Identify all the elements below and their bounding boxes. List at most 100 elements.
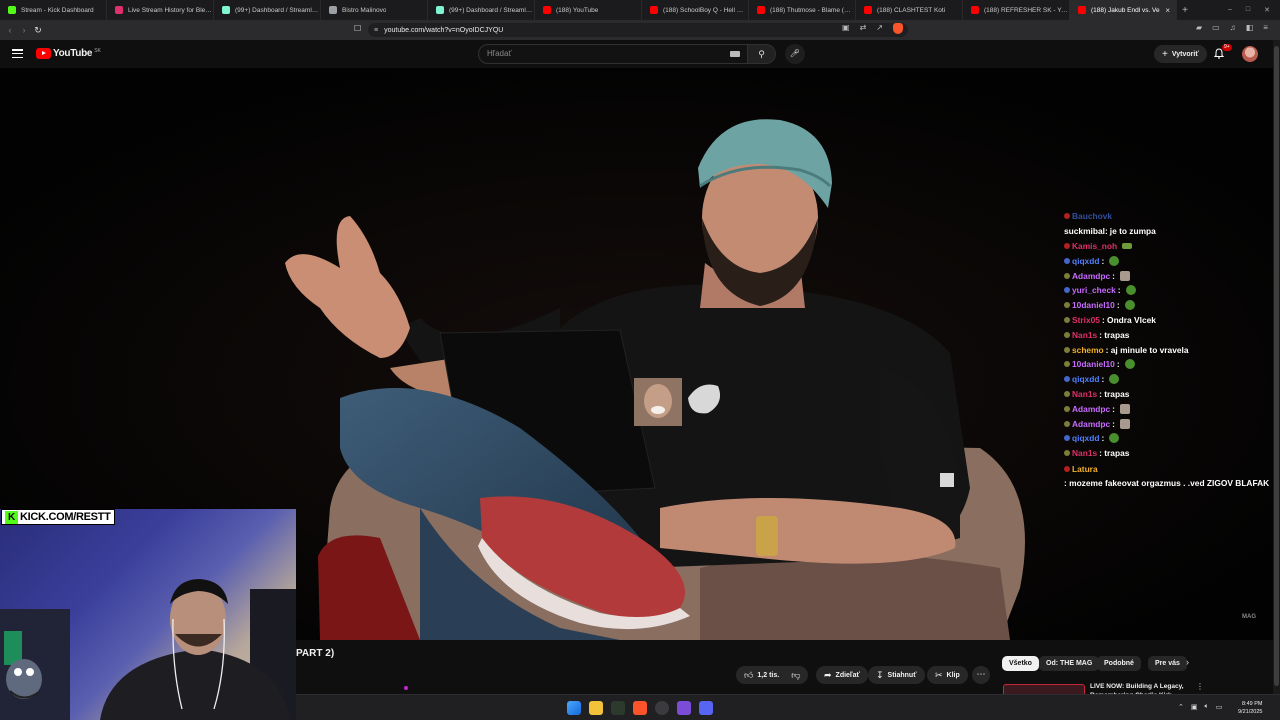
browser-tab[interactable]: Live Stream History for Blerp S <box>107 0 214 20</box>
chat-badge-icon <box>1064 213 1070 220</box>
chat-badge-icon <box>1064 346 1070 353</box>
channel-watermark: MAG <box>1242 614 1256 620</box>
thumbs-down-icon[interactable]: 👎︎ <box>791 670 800 681</box>
brave-shield-icon[interactable] <box>892 23 903 34</box>
battery-icon[interactable]: ▭ <box>1216 703 1223 711</box>
search-icon: ⚲ <box>758 49 765 59</box>
site-info-icon[interactable]: ≡ <box>374 27 378 34</box>
tab-close-icon[interactable]: × <box>1165 6 1170 15</box>
browser-tab[interactable]: (188) Thutmose - Blame (Unc <box>749 0 856 20</box>
chat-text: : trapas <box>1099 329 1130 340</box>
like-button[interactable]: 👍︎ 1,2 tis. 👎︎ <box>736 666 809 684</box>
chat-text: : aj minule to vravela <box>1105 344 1189 355</box>
browser-tab[interactable]: Bistro Malinovo <box>321 0 428 20</box>
chat-emote-icon <box>1122 242 1133 249</box>
more-actions-button[interactable]: ⋯ <box>972 666 990 684</box>
cast-icon[interactable]: ▣ <box>842 23 850 34</box>
chat-badge-icon <box>1064 361 1070 368</box>
search-button[interactable]: ⚲ <box>748 44 776 64</box>
minimize-icon[interactable]: – <box>1228 6 1232 14</box>
browser-tab[interactable]: Stream - Kick Dashboard <box>0 0 107 20</box>
tab-label: (188) Jakub Endl vs. Ve <box>1091 6 1160 14</box>
tab-label: (188) REFRESHER SK - YouTube <box>984 6 1068 14</box>
browser-tab[interactable]: (188) SchoolBoy Q - Hell Of A <box>642 0 749 20</box>
youtube-masthead: YouTube SK Hľadať ⚲ 🎤︎ + Vytvoriť 9+ <box>0 40 1280 68</box>
translate-icon[interactable]: ⇄ <box>860 23 867 34</box>
chip-related[interactable]: Podobné <box>1097 656 1141 671</box>
wallet-icon[interactable]: ▭ <box>1212 23 1220 32</box>
file-explorer-icon[interactable] <box>589 701 603 715</box>
chat-message: qiqxdd: <box>1064 431 1274 446</box>
clip-button[interactable]: ✂ Klip <box>927 666 968 684</box>
terminal-icon[interactable] <box>611 701 625 715</box>
chip-from-channel[interactable]: Od: THE MAG <box>1039 656 1100 671</box>
speaker-icon[interactable]: 🔈︎ <box>1205 703 1209 711</box>
url-text: youtube.com/watch?v=nOyoIDCJYQU <box>384 26 504 34</box>
url-field[interactable]: ≡ youtube.com/watch?v=nOyoIDCJYQU <box>368 23 908 37</box>
browser-tab[interactable]: (188) REFRESHER SK - YouTube <box>963 0 1070 20</box>
browser-tab[interactable]: (99+) Dashboard / Streamlabs <box>428 0 535 20</box>
tab-favicon-icon <box>543 6 551 14</box>
chat-message: Kamis_noh <box>1064 239 1274 254</box>
chat-badge-icon <box>1064 390 1070 397</box>
chat-username: yuri_check <box>1072 285 1116 296</box>
forward-icon[interactable]: › <box>17 25 31 35</box>
share-page-icon[interactable]: ↗ <box>876 23 883 34</box>
clock-time: 8:49 PM <box>1241 701 1263 707</box>
chat-text: : <box>1112 418 1115 429</box>
download-button[interactable]: ↧ Stiahnuť <box>868 666 925 684</box>
browser-tab[interactable]: (188) YouTube <box>535 0 642 20</box>
chat-username: suckmibal: <box>1064 226 1108 237</box>
browser-tab[interactable]: (188) Jakub Endl vs. Ve × <box>1070 0 1177 20</box>
sidebar-icon[interactable]: ◧ <box>1246 23 1254 32</box>
tab-label: (188) Thutmose - Blame (Unc <box>770 6 854 14</box>
share-button[interactable]: ➦ Zdieľať <box>816 666 868 684</box>
discord-icon[interactable] <box>699 701 713 715</box>
obs-icon[interactable] <box>655 701 669 715</box>
account-avatar[interactable] <box>1242 46 1258 62</box>
start-windows-icon[interactable] <box>567 701 581 715</box>
chat-badge-icon <box>1064 287 1070 294</box>
chevron-right-icon[interactable]: › <box>1186 657 1189 667</box>
clock-date: 9/21/2025 <box>1238 709 1263 715</box>
chat-message: Bauchovk <box>1064 209 1274 224</box>
country-code: SK <box>94 48 101 54</box>
network-icon[interactable]: ▣ <box>1191 703 1198 711</box>
media-icon[interactable]: ♫ <box>1230 23 1236 32</box>
create-button[interactable]: + Vytvoriť <box>1154 45 1207 63</box>
search-input[interactable]: Hľadať <box>478 44 748 64</box>
scrollbar-thumb[interactable] <box>1274 46 1279 686</box>
tab-favicon-icon <box>650 6 658 14</box>
page-scrollbar[interactable] <box>1273 40 1280 694</box>
browser-tab[interactable]: (188) CLASHTEST Koti <box>856 0 963 20</box>
youtube-logo[interactable]: YouTube SK <box>36 48 101 59</box>
browser-menu-icon[interactable]: ≡ <box>1263 23 1268 32</box>
voice-search-button[interactable]: 🎤︎ <box>785 44 805 64</box>
chevron-up-icon[interactable]: ⌃ <box>1178 703 1184 711</box>
bookmark-icon[interactable]: ☐ <box>354 24 361 33</box>
browser-tab[interactable]: (99+) Dashboard / Streamlabs <box>214 0 321 20</box>
chip-for-you[interactable]: Pre vás <box>1148 656 1187 671</box>
hamburger-menu-icon[interactable] <box>12 49 23 58</box>
reload-icon[interactable]: ↻ <box>31 25 45 36</box>
chip-all[interactable]: Všetko <box>1002 656 1039 671</box>
brave-browser-icon[interactable] <box>633 701 647 715</box>
chat-message: Nan1s: trapas <box>1064 387 1274 402</box>
maximize-icon[interactable]: □ <box>1246 6 1250 14</box>
twitch-app-icon[interactable] <box>677 701 691 715</box>
recommended-menu-icon[interactable]: ⋮ <box>1196 682 1204 691</box>
browser-address-row: ‹ › ↻ ☐ ≡ youtube.com/watch?v=nOyoIDCJYQ… <box>0 20 1280 40</box>
plus-icon: + <box>1162 48 1168 60</box>
back-icon[interactable]: ‹ <box>3 25 17 35</box>
new-tab-button[interactable]: + <box>1177 5 1193 16</box>
tab-label: (99+) Dashboard / Streamlabs <box>449 6 533 14</box>
extensions-icon[interactable]: ▰ <box>1196 23 1202 32</box>
share-label: Zdieľať <box>835 671 860 679</box>
chat-text: : <box>1101 374 1105 385</box>
keyboard-icon[interactable] <box>730 51 740 57</box>
taskbar-clock[interactable]: 8:49 PM 9/21/2025 <box>1238 700 1262 716</box>
chat-badge-icon <box>1064 331 1070 338</box>
tab-label: (99+) Dashboard / Streamlabs <box>235 6 319 14</box>
tab-favicon-icon <box>1078 6 1086 14</box>
window-close-icon[interactable]: ✕ <box>1264 6 1270 14</box>
